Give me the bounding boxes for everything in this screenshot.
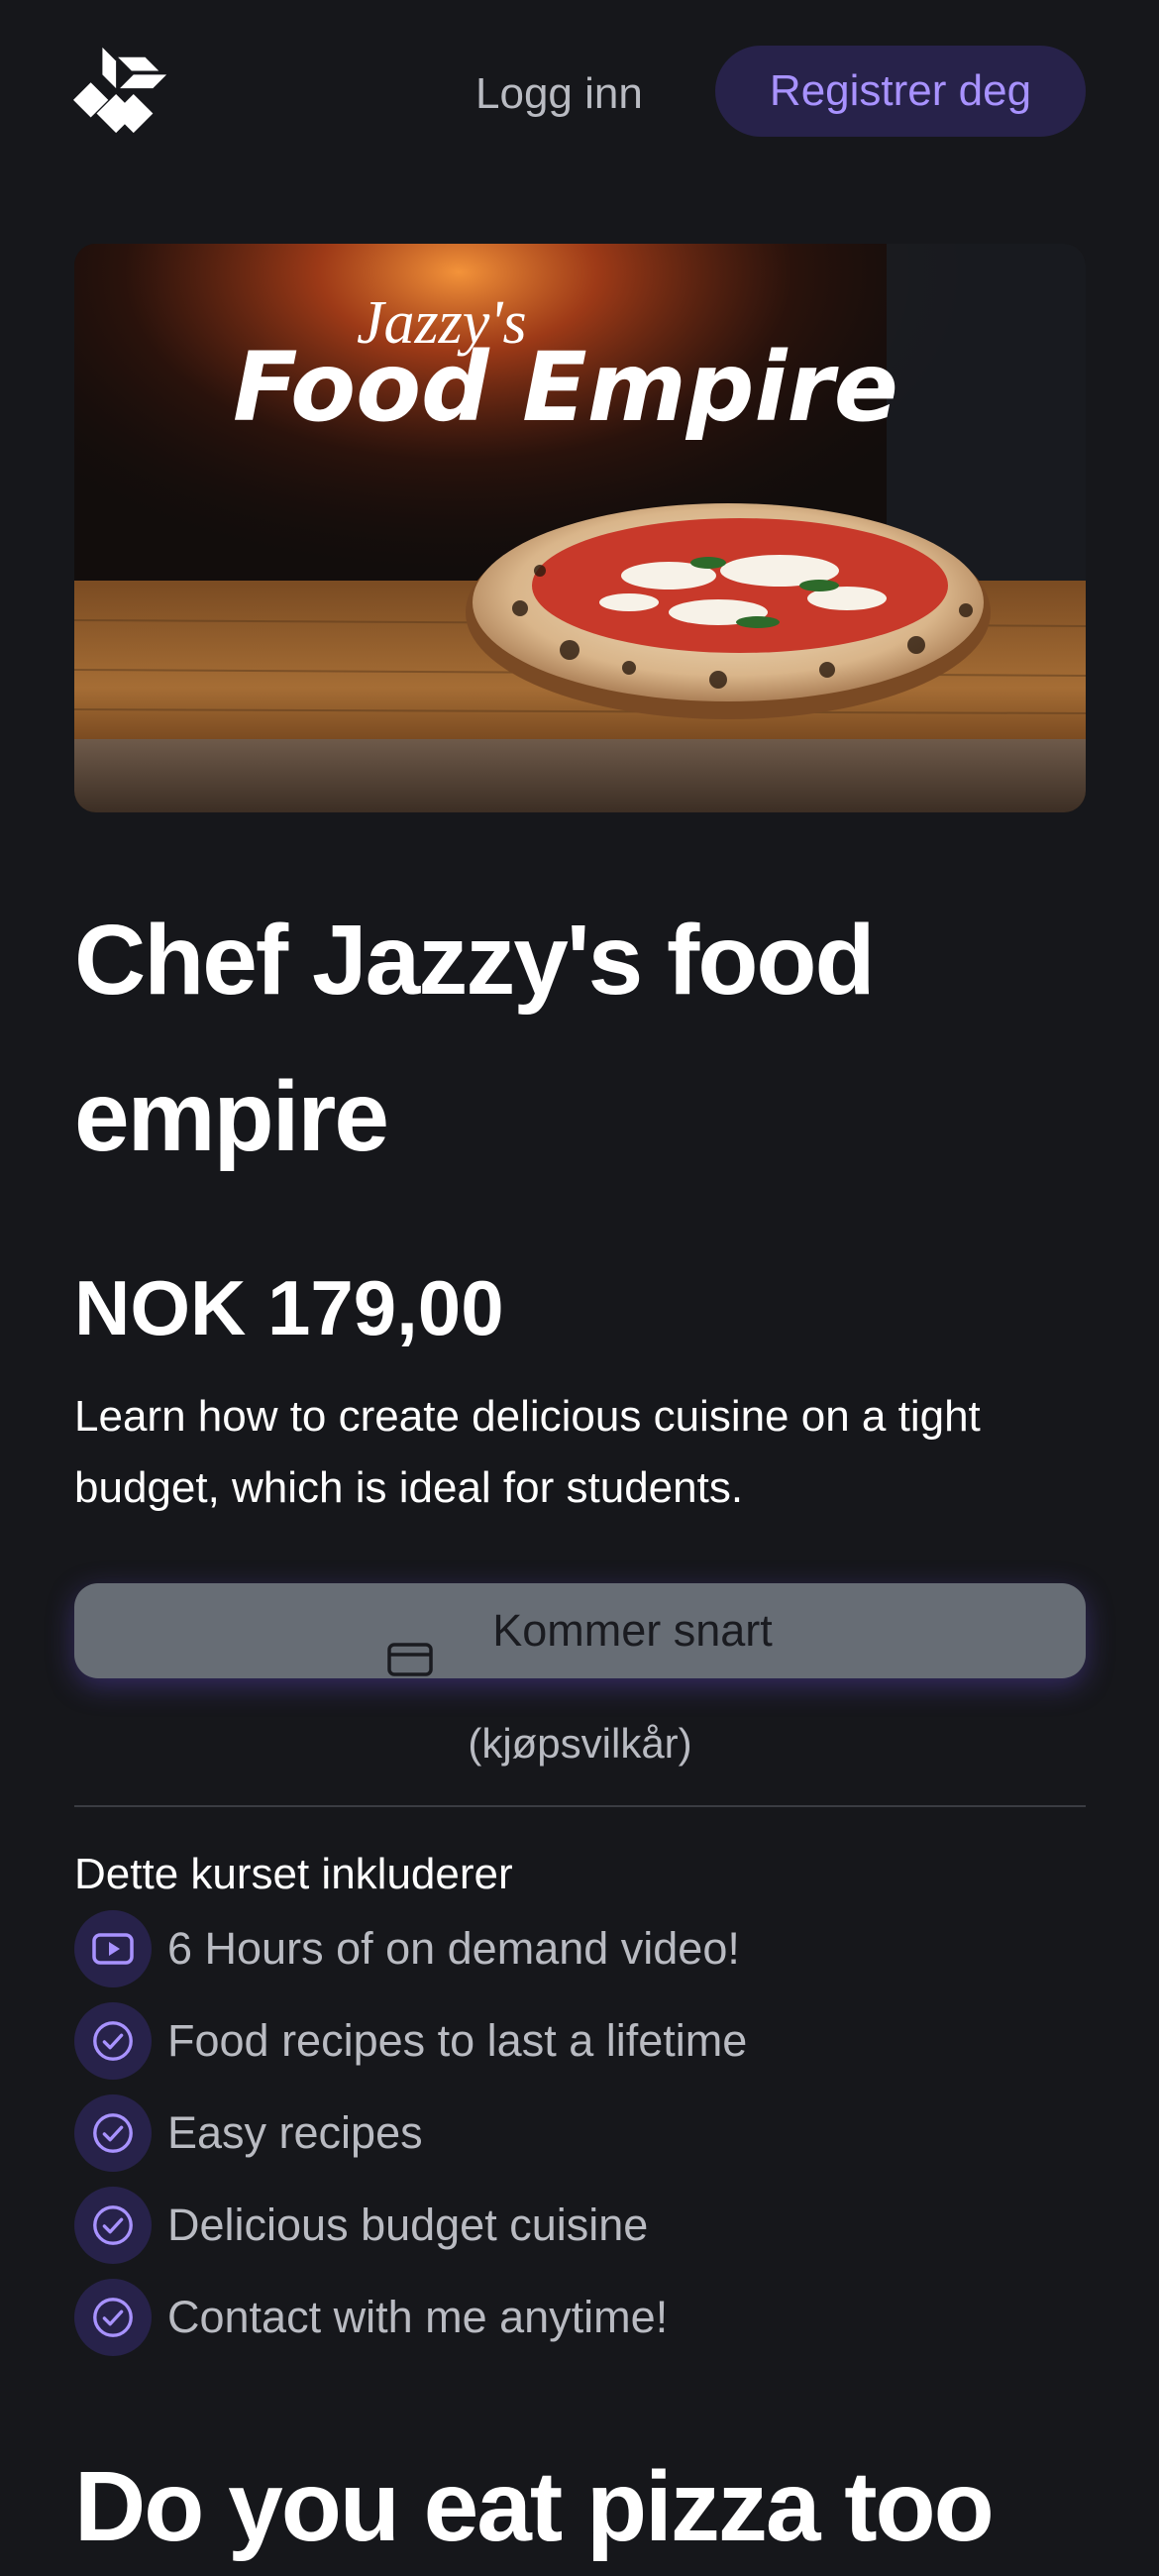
check-circle-icon [74,2094,152,2172]
login-link[interactable]: Logg inn [475,59,643,129]
check-circle-icon [74,2002,152,2080]
hero-image: Jazzy's Food Empire [74,244,1086,812]
course-price: NOK 179,00 [74,1264,504,1351]
coming-soon-label: Kommer snart [492,1605,773,1656]
credit-card-icon [387,1614,433,1676]
feature-item: Easy recipes [74,2094,423,2172]
coming-soon-button[interactable]: Kommer snart [74,1583,1086,1678]
section-title: Do you eat pizza too [74,2451,995,2562]
feature-label: 6 Hours of on demand video! [167,1923,740,1974]
feature-label: Food recipes to last a lifetime [167,2015,748,2066]
feature-label: Delicious budget cuisine [167,2200,649,2250]
divider [74,1805,1086,1807]
feature-item: Food recipes to last a lifetime [74,2002,747,2080]
feature-item: 6 Hours of on demand video! [74,1910,740,1987]
terms-link[interactable]: (kjøpsvilkår) [74,1714,1086,1773]
course-description: Learn how to create delicious cuisine on… [74,1392,981,1512]
hero-headline-text: Food Empire [233,332,898,443]
feature-label: Contact with me anytime! [167,2292,669,2342]
top-bar: Logg inn Registrer deg [0,0,1159,188]
feature-item: Contact with me anytime! [74,2279,668,2356]
check-circle-icon [74,2187,152,2264]
feature-label: Easy recipes [167,2107,423,2158]
feature-item: Delicious budget cuisine [74,2187,648,2264]
check-circle-icon [74,2279,152,2356]
course-title: Chef Jazzy's food empire [74,905,876,1172]
video-icon [74,1910,152,1987]
register-button[interactable]: Registrer deg [715,46,1086,137]
logo-icon[interactable] [73,44,170,141]
includes-heading: Dette kurset inkluderer [74,1850,513,1898]
